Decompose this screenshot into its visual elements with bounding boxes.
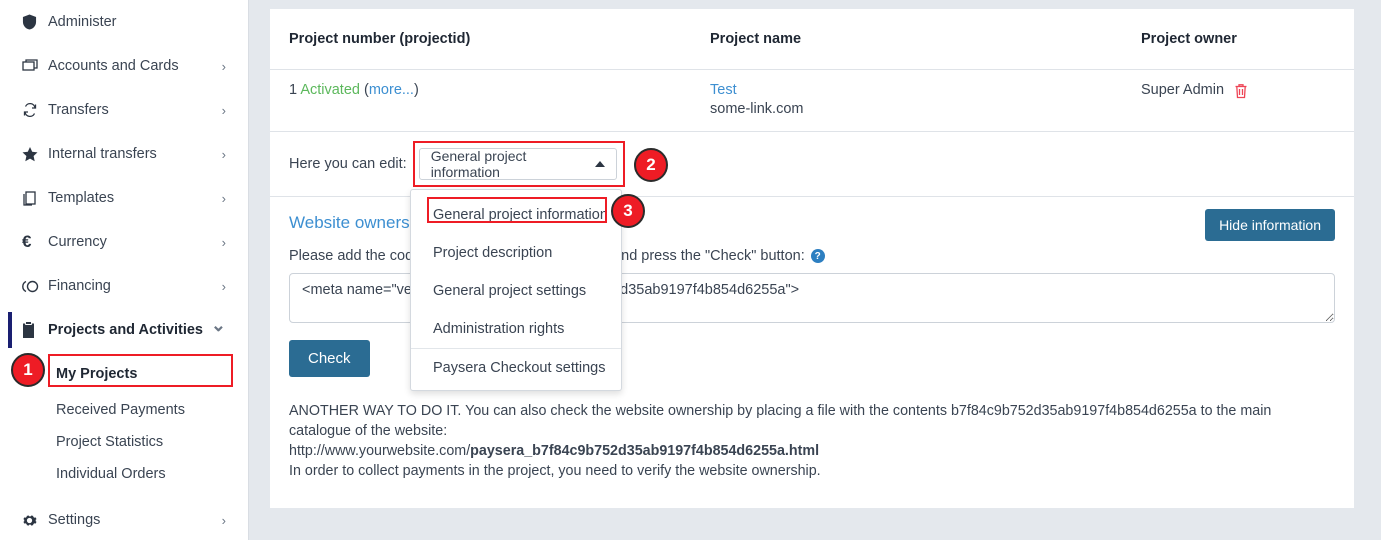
project-id: 1 — [289, 82, 298, 98]
project-site: some-link.com — [710, 101, 804, 117]
sidebar-item-financing[interactable]: Financing › — [0, 264, 248, 308]
caret-up-icon — [594, 161, 605, 167]
sidebar-sublabel: Project Statistics — [56, 434, 164, 450]
chevron-right-icon: › — [221, 146, 226, 162]
sidebar-item-individual-orders[interactable]: Individual Orders — [0, 458, 248, 490]
gear-icon — [22, 513, 48, 528]
shield-icon — [22, 14, 48, 30]
clipboard-icon — [22, 322, 48, 338]
sidebar-label: Internal transfers — [48, 146, 157, 162]
cell-project-owner: Super Admin — [1135, 82, 1354, 131]
edit-selector-row: Here you can edit: General project infor… — [270, 132, 1354, 197]
edit-label: Here you can edit: — [289, 156, 407, 172]
sidebar-sublabel: Individual Orders — [56, 466, 166, 482]
sidebar-item-transfers[interactable]: Transfers › — [0, 88, 248, 132]
sidebar-label: Financing — [48, 278, 111, 294]
app-root: Administer Accounts and Cards › Transfer… — [0, 0, 1381, 540]
check-button[interactable]: Check — [289, 340, 370, 377]
star-icon — [22, 146, 48, 162]
sidebar-sublabel: My Projects — [56, 366, 138, 382]
sidebar-item-received-payments[interactable]: Received Payments — [0, 394, 248, 426]
copy-icon — [22, 190, 48, 206]
step-badge-1: 1 — [11, 353, 45, 387]
sidebar-item-project-statistics[interactable]: Project Statistics — [0, 426, 248, 458]
sidebar-label: Projects and Activities — [48, 322, 203, 338]
chevron-right-icon: › — [221, 58, 226, 74]
sidebar-label: Administer — [48, 14, 117, 30]
cell-project-name: Test some-link.com — [710, 82, 1135, 131]
dropdown-item-paysera-checkout-settings[interactable]: Paysera Checkout settings — [411, 348, 621, 386]
active-indicator — [8, 312, 12, 348]
step-badge-2: 2 — [634, 148, 668, 182]
sidebar: Administer Accounts and Cards › Transfer… — [0, 0, 249, 540]
url-prefix: http://www.yourwebsite.com/ — [289, 443, 471, 459]
help-icon[interactable]: ? — [810, 249, 825, 263]
chevron-right-icon: › — [221, 512, 226, 528]
financing-icon — [22, 280, 48, 293]
sidebar-item-accounts-and-cards[interactable]: Accounts and Cards › — [0, 44, 248, 88]
step-badge-3: 3 — [611, 194, 645, 228]
sidebar-item-projects-and-activities[interactable]: Projects and Activities ⌄ — [0, 308, 248, 352]
more-paren-close: ) — [413, 82, 419, 98]
project-name-link[interactable]: Test — [710, 82, 1135, 98]
col-project-owner: Project owner — [1141, 31, 1237, 47]
dropdown-item-general-project-information[interactable]: General project information — [411, 196, 621, 234]
sidebar-item-templates[interactable]: Templates › — [0, 176, 248, 220]
trash-icon[interactable] — [1234, 83, 1248, 103]
sidebar-label: Templates — [48, 190, 115, 206]
more-link[interactable]: more... — [369, 82, 414, 98]
sidebar-label: Accounts and Cards — [48, 58, 179, 74]
table-row: 1 Activated (more...) Test some-link.com… — [270, 70, 1354, 132]
owner-name: Super Admin — [1141, 82, 1225, 98]
sidebar-item-settings[interactable]: Settings › — [0, 498, 248, 540]
cards-icon — [22, 59, 48, 73]
col-project-name: Project name — [710, 31, 802, 47]
col-project-number: Project number (projectid) — [289, 31, 471, 47]
chevron-down-icon: ⌄ — [210, 315, 226, 335]
sidebar-item-currency[interactable]: € Currency › — [0, 220, 248, 264]
sidebar-label: Settings — [48, 512, 101, 528]
sidebar-item-internal-transfers[interactable]: Internal transfers › — [0, 132, 248, 176]
dropdown-item-administration-rights[interactable]: Administration rights — [411, 310, 621, 348]
dropdown-item-project-description[interactable]: Project description — [411, 234, 621, 272]
chevron-right-icon: › — [221, 190, 226, 206]
refresh-icon — [22, 102, 48, 118]
edit-select-wrapper: General project information — [412, 141, 625, 187]
edit-dropdown-menu[interactable]: General project information Project desc… — [410, 189, 622, 391]
chevron-right-icon: › — [221, 278, 226, 294]
edit-select-value: General project information — [430, 148, 527, 180]
sidebar-label: Transfers — [48, 102, 109, 118]
alternative-instructions: ANOTHER WAY TO DO IT. You can also check… — [289, 401, 1329, 481]
sidebar-item-administer[interactable]: Administer — [0, 0, 248, 44]
euro-icon: € — [22, 232, 32, 251]
url-filename: paysera_b7f84c9b752d35ab9197f4b854d6255a… — [470, 443, 820, 459]
status-badge: Activated — [300, 82, 360, 98]
instructions-line-1: ANOTHER WAY TO DO IT. You can also check… — [289, 403, 1272, 439]
hide-information-button[interactable]: Hide information — [1205, 209, 1335, 241]
dropdown-item-general-project-settings[interactable]: General project settings — [411, 272, 621, 310]
instructions-url: http://www.yourwebsite.com/paysera_b7f84… — [289, 441, 1329, 461]
cell-project-number: 1 Activated (more...) — [270, 82, 710, 131]
edit-select[interactable]: General project information — [418, 148, 617, 180]
instructions-line-3: In order to collect payments in the proj… — [289, 463, 821, 479]
sidebar-label: Currency — [48, 234, 107, 250]
chevron-right-icon: › — [221, 102, 226, 118]
chevron-right-icon: › — [221, 234, 226, 250]
table-header: Project number (projectid) Project name … — [270, 9, 1354, 70]
sidebar-sublabel: Received Payments — [56, 402, 185, 418]
